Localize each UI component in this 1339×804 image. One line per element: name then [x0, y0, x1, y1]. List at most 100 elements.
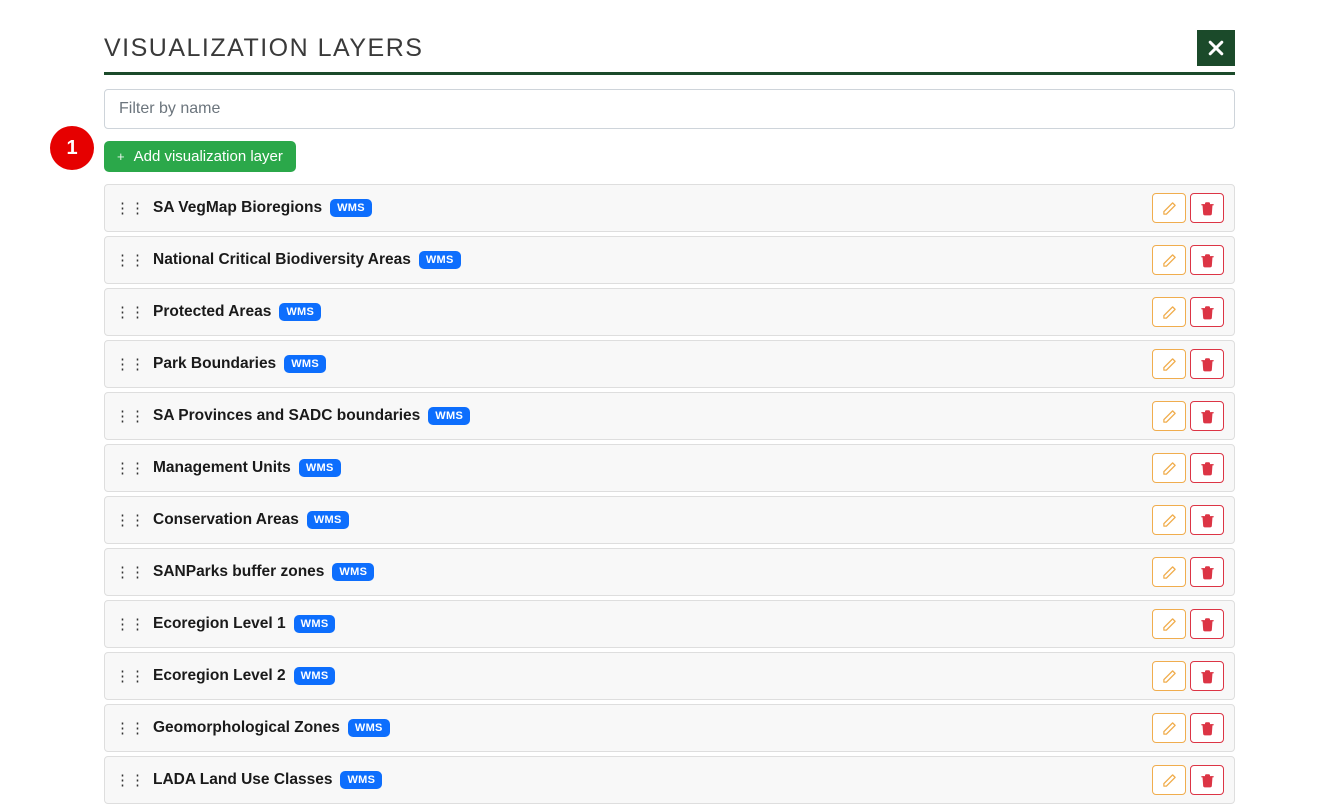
wms-badge: WMS — [330, 199, 372, 217]
drag-handle-icon[interactable]: ⋮⋮ — [115, 201, 145, 216]
layer-row: ⋮⋮ Management Units WMS — [104, 444, 1235, 492]
drag-handle-icon[interactable]: ⋮⋮ — [115, 721, 145, 736]
layer-name: SA VegMap Bioregions — [153, 199, 322, 217]
trash-icon — [1200, 565, 1215, 580]
delete-button[interactable] — [1190, 557, 1224, 587]
trash-icon — [1200, 253, 1215, 268]
layer-name: SANParks buffer zones — [153, 563, 324, 581]
wms-badge: WMS — [419, 251, 461, 269]
layer-name: Ecoregion Level 1 — [153, 615, 286, 633]
pencil-icon — [1162, 305, 1177, 320]
pencil-icon — [1162, 253, 1177, 268]
delete-button[interactable] — [1190, 505, 1224, 535]
delete-button[interactable] — [1190, 609, 1224, 639]
layer-row: ⋮⋮ Protected Areas WMS — [104, 288, 1235, 336]
trash-icon — [1200, 617, 1215, 632]
pencil-icon — [1162, 721, 1177, 736]
page-title: VISUALIZATION LAYERS — [104, 34, 423, 63]
pencil-icon — [1162, 357, 1177, 372]
wms-badge: WMS — [332, 563, 374, 581]
drag-handle-icon[interactable]: ⋮⋮ — [115, 305, 145, 320]
layer-row: ⋮⋮ National Critical Biodiversity Areas WM… — [104, 236, 1235, 284]
layer-name: Ecoregion Level 2 — [153, 667, 286, 685]
layer-name: Protected Areas — [153, 303, 271, 321]
pencil-icon — [1162, 201, 1177, 216]
delete-button[interactable] — [1190, 297, 1224, 327]
layer-row: ⋮⋮ Park Boundaries WMS — [104, 340, 1235, 388]
edit-button[interactable] — [1152, 401, 1186, 431]
trash-icon — [1200, 201, 1215, 216]
drag-handle-icon[interactable]: ⋮⋮ — [115, 565, 145, 580]
delete-button[interactable] — [1190, 713, 1224, 743]
trash-icon — [1200, 773, 1215, 788]
add-button-label: Add visualization layer — [134, 148, 283, 165]
delete-button[interactable] — [1190, 765, 1224, 795]
pencil-icon — [1162, 773, 1177, 788]
drag-handle-icon[interactable]: ⋮⋮ — [115, 669, 145, 684]
wms-badge: WMS — [348, 719, 390, 737]
step-marker: 1 — [50, 126, 94, 170]
layer-name: Geomorphological Zones — [153, 719, 340, 737]
layer-row: ⋮⋮ Ecoregion Level 1 WMS — [104, 600, 1235, 648]
plus-icon: + — [117, 149, 125, 164]
delete-button[interactable] — [1190, 661, 1224, 691]
edit-button[interactable] — [1152, 297, 1186, 327]
edit-button[interactable] — [1152, 609, 1186, 639]
layer-name: Management Units — [153, 459, 291, 477]
delete-button[interactable] — [1190, 453, 1224, 483]
trash-icon — [1200, 357, 1215, 372]
wms-badge: WMS — [307, 511, 349, 529]
drag-handle-icon[interactable]: ⋮⋮ — [115, 357, 145, 372]
edit-button[interactable] — [1152, 245, 1186, 275]
wms-badge: WMS — [294, 615, 336, 633]
delete-button[interactable] — [1190, 245, 1224, 275]
pencil-icon — [1162, 461, 1177, 476]
layer-name: Park Boundaries — [153, 355, 276, 373]
wms-badge: WMS — [284, 355, 326, 373]
delete-button[interactable] — [1190, 349, 1224, 379]
drag-handle-icon[interactable]: ⋮⋮ — [115, 253, 145, 268]
edit-button[interactable] — [1152, 505, 1186, 535]
panel-header: VISUALIZATION LAYERS — [104, 30, 1235, 75]
edit-button[interactable] — [1152, 349, 1186, 379]
layer-row: ⋮⋮ Geomorphological Zones WMS — [104, 704, 1235, 752]
delete-button[interactable] — [1190, 401, 1224, 431]
layer-row: ⋮⋮ SA VegMap Bioregions WMS — [104, 184, 1235, 232]
filter-input[interactable] — [104, 89, 1235, 129]
drag-handle-icon[interactable]: ⋮⋮ — [115, 513, 145, 528]
pencil-icon — [1162, 513, 1177, 528]
edit-button[interactable] — [1152, 557, 1186, 587]
wms-badge: WMS — [279, 303, 321, 321]
wms-badge: WMS — [340, 771, 382, 789]
pencil-icon — [1162, 669, 1177, 684]
wms-badge: WMS — [299, 459, 341, 477]
edit-button[interactable] — [1152, 453, 1186, 483]
edit-button[interactable] — [1152, 765, 1186, 795]
trash-icon — [1200, 409, 1215, 424]
wms-badge: WMS — [428, 407, 470, 425]
layer-row: ⋮⋮ SA Provinces and SADC boundaries WMS — [104, 392, 1235, 440]
trash-icon — [1200, 721, 1215, 736]
layer-row: ⋮⋮Conservation AreasWMS — [104, 496, 1235, 544]
edit-button[interactable] — [1152, 713, 1186, 743]
edit-button[interactable] — [1152, 193, 1186, 223]
close-button[interactable] — [1197, 30, 1235, 66]
layer-row: ⋮⋮ SANParks buffer zones WMS — [104, 548, 1235, 596]
pencil-icon — [1162, 617, 1177, 632]
edit-button[interactable] — [1152, 661, 1186, 691]
pencil-icon — [1162, 409, 1177, 424]
layer-name: National Critical Biodiversity Areas — [153, 251, 411, 269]
delete-button[interactable] — [1190, 193, 1224, 223]
layer-row: ⋮⋮ LADA Land Use Classes WMS — [104, 756, 1235, 804]
add-visualization-layer-button[interactable]: + Add visualization layer — [104, 141, 296, 172]
wms-badge: WMS — [294, 667, 336, 685]
close-icon — [1206, 38, 1226, 58]
drag-handle-icon[interactable]: ⋮⋮ — [115, 409, 145, 424]
layer-name: LADA Land Use Classes — [153, 771, 332, 789]
trash-icon — [1200, 669, 1215, 684]
drag-handle-icon[interactable]: ⋮⋮ — [115, 461, 145, 476]
drag-handle-icon[interactable]: ⋮⋮ — [115, 617, 145, 632]
layer-name: SA Provinces and SADC boundaries — [153, 407, 420, 425]
drag-handle-icon[interactable]: ⋮⋮ — [115, 773, 145, 788]
pencil-icon — [1162, 565, 1177, 580]
